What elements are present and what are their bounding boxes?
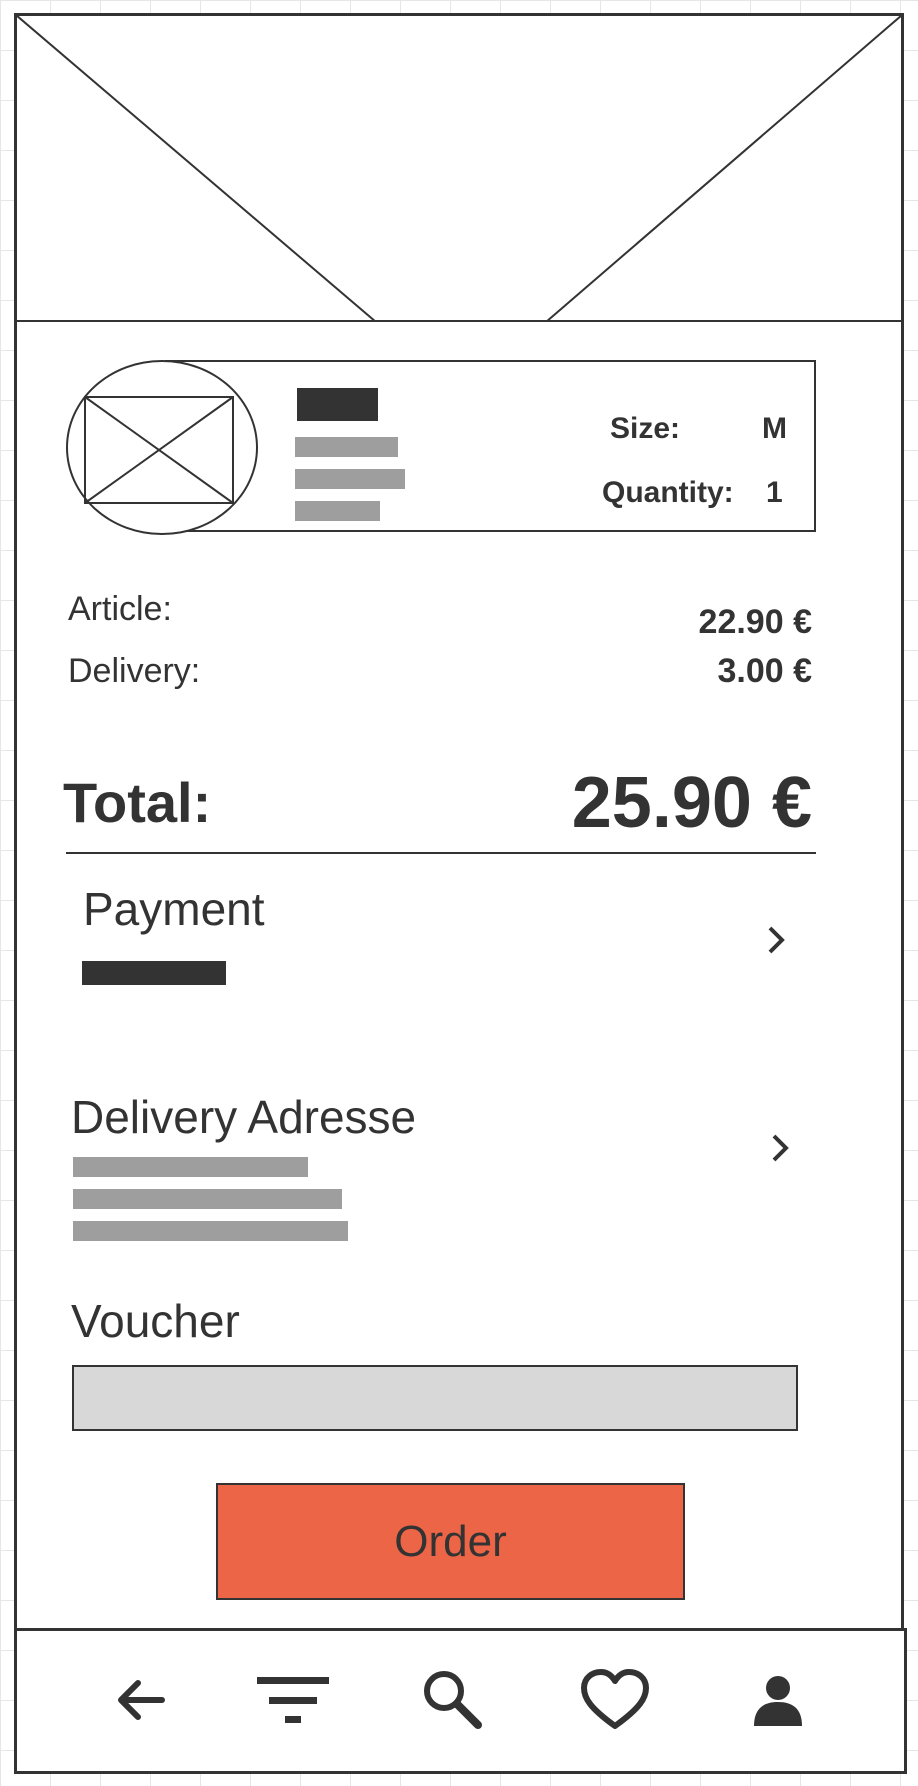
- total-label: Total:: [63, 771, 212, 834]
- quantity-label: Quantity:: [602, 476, 734, 509]
- product-image-placeholder: [66, 360, 258, 535]
- person-icon[interactable]: [733, 1660, 823, 1740]
- voucher-label: Voucher: [71, 1295, 240, 1347]
- total-price: 25.90 €: [571, 763, 812, 843]
- payment-method-placeholder: [82, 961, 226, 985]
- size-value: M: [762, 412, 787, 445]
- article-label: Article:: [68, 590, 172, 628]
- quantity-value: 1: [766, 476, 783, 509]
- payment-label[interactable]: Payment: [83, 882, 265, 936]
- filter-icon[interactable]: [249, 1660, 339, 1740]
- address-line-placeholder: [73, 1189, 342, 1209]
- delivery-price: 3.00 €: [717, 652, 812, 690]
- delivery-address-label[interactable]: Delivery Adresse: [71, 1090, 416, 1144]
- back-arrow-icon[interactable]: [95, 1660, 185, 1740]
- product-text-placeholder: [295, 469, 405, 489]
- hero-image-placeholder: [16, 15, 902, 322]
- product-text-placeholder: [295, 501, 380, 521]
- address-line-placeholder: [73, 1157, 308, 1177]
- delivery-label: Delivery:: [68, 652, 201, 690]
- total-divider: [66, 852, 816, 854]
- heart-icon[interactable]: [570, 1660, 660, 1740]
- order-button[interactable]: Order: [216, 1483, 685, 1600]
- product-title-placeholder: [297, 388, 378, 421]
- article-price: 22.90 €: [698, 603, 812, 641]
- product-text-placeholder: [295, 437, 398, 457]
- payment-chevron-icon[interactable]: [764, 922, 788, 963]
- size-label: Size:: [610, 412, 681, 445]
- delivery-address-chevron-icon[interactable]: [768, 1130, 792, 1171]
- voucher-input[interactable]: [72, 1365, 798, 1431]
- search-icon[interactable]: [408, 1660, 498, 1740]
- address-line-placeholder: [73, 1221, 348, 1241]
